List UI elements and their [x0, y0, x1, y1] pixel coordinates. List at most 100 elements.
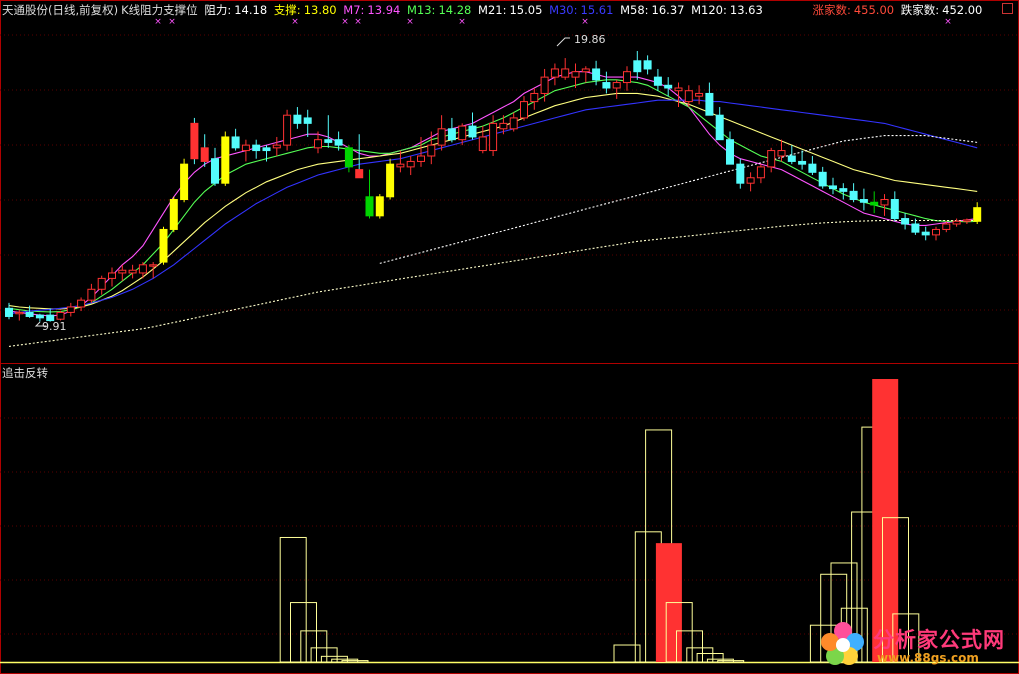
candle — [180, 158, 189, 203]
candle — [221, 131, 230, 186]
high-price-label: 19.86 — [574, 33, 606, 46]
candle — [530, 88, 539, 110]
candle-body — [283, 114, 292, 146]
candle-body — [15, 311, 24, 315]
candle-body — [973, 207, 982, 222]
candle-body — [561, 68, 570, 78]
candle-body — [787, 155, 796, 162]
signal-mark: × — [168, 17, 176, 27]
candle-body — [952, 220, 961, 225]
candle-body — [180, 163, 189, 201]
reversal-bar — [341, 660, 369, 663]
candle — [200, 134, 209, 167]
candle-body — [932, 228, 940, 236]
candle-body — [633, 60, 642, 73]
watermark-url: www.88gs.com — [877, 651, 979, 665]
candle-body — [334, 139, 343, 146]
signal-marks: × × × × × × × × × — [154, 17, 952, 27]
candle — [231, 128, 240, 151]
m120-label: M120: — [691, 3, 727, 17]
candle — [973, 202, 982, 224]
candle — [818, 166, 827, 189]
moving-average-lines — [8, 71, 978, 347]
candle — [705, 82, 714, 116]
candle-body — [849, 190, 858, 201]
m21-label: M21: — [478, 3, 507, 17]
candle — [375, 194, 384, 219]
candle — [283, 109, 292, 151]
support-label: 支撑: — [273, 3, 301, 17]
candle-body — [169, 199, 178, 230]
high-pointer — [556, 37, 570, 47]
candle — [829, 177, 837, 195]
candle-body — [417, 155, 425, 162]
reversal-bar — [613, 644, 641, 663]
candlesticks[interactable] — [5, 51, 982, 322]
candle-body — [221, 136, 230, 184]
m13-label: M13: — [407, 3, 436, 17]
stock-title: 天通股份(日线,前复权) — [2, 3, 119, 17]
candle — [633, 51, 642, 80]
candle-body — [829, 185, 837, 190]
signal-mark: × — [581, 17, 589, 27]
candle-body — [386, 163, 395, 198]
candle — [15, 309, 24, 321]
stock-chart-canvas[interactable]: × × × × × × × × × 19.86 9.91 — [0, 0, 1019, 674]
ma-line-m7 — [8, 71, 978, 317]
candle-body — [437, 128, 446, 146]
signal-mark: × — [944, 17, 952, 27]
candle-body — [97, 277, 106, 290]
candle-body — [612, 82, 621, 89]
candle — [159, 226, 168, 265]
candle-body — [818, 171, 827, 187]
candle-body — [756, 166, 765, 179]
signal-mark: × — [354, 17, 362, 27]
candle-body — [427, 144, 436, 157]
down-count-value: 452.00 — [942, 3, 983, 17]
candle-body — [272, 144, 281, 149]
candle — [653, 68, 662, 91]
watermark-title: 分析家公式网 — [873, 628, 1005, 652]
candle-body — [149, 264, 158, 267]
candle-body — [406, 160, 415, 168]
candle — [890, 191, 899, 222]
candle-body — [808, 163, 817, 173]
chart-header: 天通股份(日线,前复权) K线阻力支撑位 阻力: 14.18 支撑: 13.80 M7… — [2, 2, 985, 18]
reversal-bar — [717, 660, 745, 663]
candle-body — [489, 122, 498, 152]
candle — [581, 66, 590, 83]
m7-value: 13.94 — [367, 3, 401, 17]
candle-body — [159, 228, 168, 263]
candle — [664, 77, 673, 97]
candle-body — [324, 139, 333, 143]
candle-body — [478, 136, 487, 152]
candle — [756, 164, 765, 184]
candle — [108, 267, 116, 287]
signal-mark: × — [458, 17, 466, 27]
close-icon[interactable] — [1002, 3, 1013, 14]
candle-body — [695, 92, 704, 97]
m58-value: 16.37 — [651, 3, 685, 17]
m21-value: 15.05 — [509, 3, 543, 17]
candle-body — [859, 199, 868, 203]
m58-label: M58: — [620, 3, 649, 17]
candle-body — [118, 269, 127, 274]
candle — [293, 107, 302, 129]
candle-body — [35, 314, 44, 319]
candle-body — [550, 68, 559, 78]
candle — [303, 109, 312, 137]
candle-body — [684, 90, 693, 103]
up-count-value: 455.00 — [853, 3, 895, 17]
resistance-value: 14.18 — [234, 3, 268, 17]
candle-body — [211, 158, 219, 184]
candle — [849, 183, 858, 203]
candle-body — [643, 60, 652, 70]
candle-body — [77, 299, 86, 308]
candle-body — [581, 68, 590, 73]
price-gridlines — [0, 34, 1019, 635]
candle-body — [664, 84, 673, 89]
candle-body — [653, 76, 662, 86]
candle-body — [365, 196, 374, 217]
candle-body — [252, 144, 261, 152]
candle-body — [241, 144, 250, 152]
